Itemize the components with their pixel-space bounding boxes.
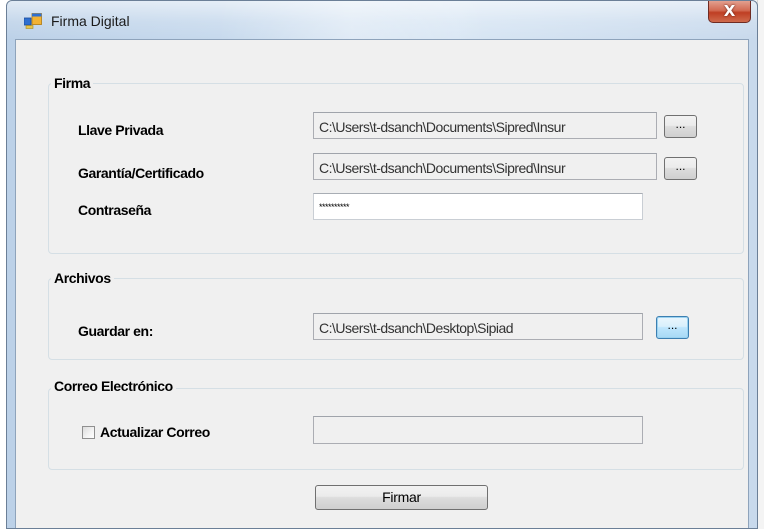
certificado-field[interactable]: C:\Users\t-dsanch\Documents\Sipred\Insur xyxy=(313,153,657,180)
close-button[interactable]: X xyxy=(708,1,751,23)
correo-group-label: Correo Electrónico xyxy=(51,378,176,394)
actualizar-correo-label[interactable]: Actualizar Correo xyxy=(100,424,210,440)
contrasena-masked-value: ********** xyxy=(319,202,350,212)
archivos-group-label: Archivos xyxy=(51,270,114,286)
llave-privada-field[interactable]: C:\Users\t-dsanch\Documents\Sipred\Insur xyxy=(313,112,657,139)
llave-privada-label: Llave Privada xyxy=(78,122,164,138)
app-window-icon xyxy=(24,13,42,29)
close-icon: X xyxy=(723,2,736,20)
guardar-en-field[interactable]: C:\Users\t-dsanch\Desktop\Sipiad xyxy=(313,313,643,340)
certificado-label: Garantía/Certificado xyxy=(78,165,204,181)
llave-privada-browse-button[interactable]: ... xyxy=(664,115,697,138)
guardar-en-label: Guardar en: xyxy=(78,323,153,339)
dialog-window: Firma Digital X Firma Llave Privada C:\U… xyxy=(6,0,758,529)
contrasena-field[interactable]: ********** xyxy=(313,193,643,220)
dialog-client-area: Firma Llave Privada C:\Users\t-dsanch\Do… xyxy=(15,39,749,528)
window-title: Firma Digital xyxy=(51,13,130,29)
correo-field[interactable] xyxy=(313,416,643,444)
title-bar[interactable]: Firma Digital X xyxy=(7,1,757,39)
actualizar-correo-checkbox[interactable] xyxy=(82,426,95,439)
certificado-browse-button[interactable]: ... xyxy=(664,157,697,180)
contrasena-label: Contraseña xyxy=(78,202,152,218)
title-bar-glare xyxy=(217,1,487,39)
guardar-en-browse-button[interactable]: ... xyxy=(656,316,689,339)
firmar-button[interactable]: Firmar xyxy=(315,485,488,510)
firma-group-label: Firma xyxy=(51,75,94,91)
